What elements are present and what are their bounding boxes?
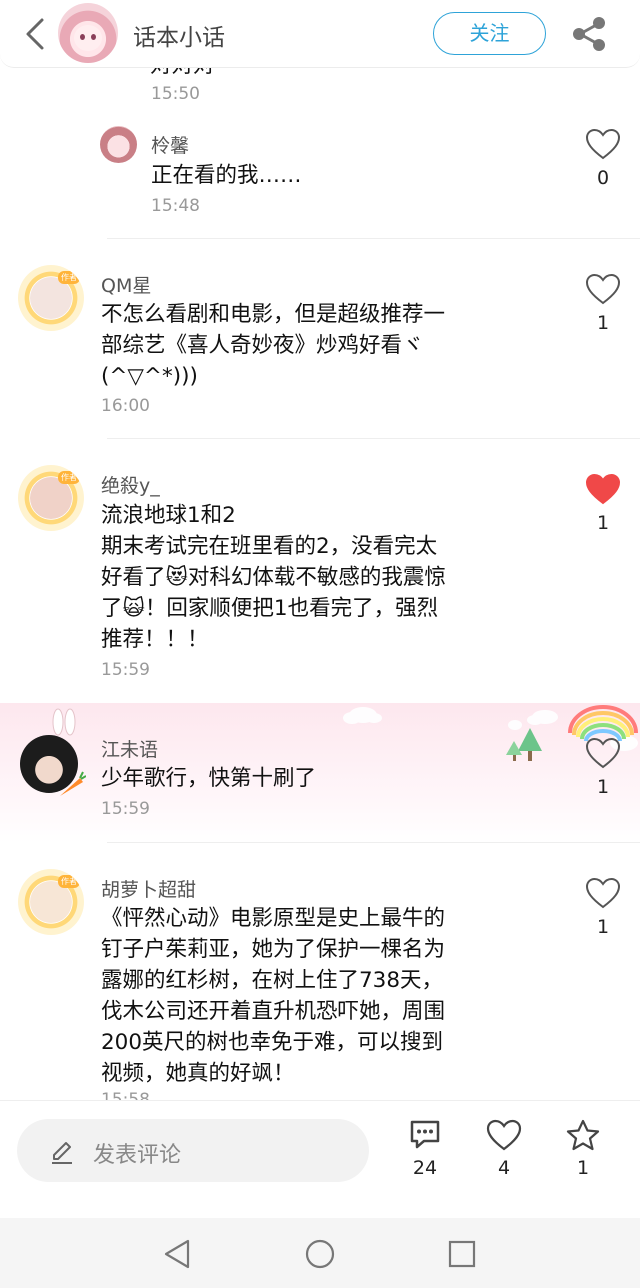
comment-text: 流浪地球1和2 期末考试完在班里看的2，没看完太 好看了😻对科幻体载不敏感的我震… [101, 503, 446, 652]
pen-icon [52, 1142, 72, 1164]
commenter-name[interactable]: 胡萝卜超甜 [101, 875, 196, 902]
heart-icon[interactable] [585, 128, 621, 160]
heart-icon[interactable] [585, 737, 621, 769]
comment-time: 15:59 [101, 660, 150, 680]
nav-back-icon[interactable] [162, 1238, 194, 1270]
author-avatar[interactable] [58, 3, 118, 63]
like-count: 1 [596, 312, 610, 334]
author-name[interactable]: 话本小话 [133, 18, 225, 52]
comment-bubble-icon [410, 1120, 440, 1149]
comment-text: 不怎么看剧和电影，但是超级推荐一 部综艺《喜人奇妙夜》炒鸡好看ヾ (^▽^*))… [101, 302, 446, 389]
like-button[interactable]: 4 [479, 1119, 529, 1179]
share-icon[interactable] [570, 16, 608, 52]
comment-text: 少年歌行，快第十刷了 [101, 766, 317, 791]
favorite-count: 1 [576, 1157, 590, 1179]
avatar[interactable] [100, 126, 137, 163]
comments-button[interactable]: 24 [400, 1119, 450, 1179]
commenter-name[interactable]: 江未语 [101, 735, 158, 762]
like-count: 1 [596, 916, 610, 938]
commenter-name[interactable]: 绝殺y_ [101, 471, 160, 498]
heart-icon[interactable] [585, 877, 621, 909]
star-icon [566, 1119, 600, 1151]
comment-time: 16:00 [101, 396, 150, 416]
comment-list: 对对对 15:50 柃馨 正在看的我…… 15:48 0 作者 QM星 不怎么看… [0, 0, 640, 1100]
commenter-name[interactable]: 柃馨 [151, 131, 189, 158]
comment-skin-background [0, 703, 640, 843]
like-count: 1 [596, 776, 610, 798]
reply-time: 15:50 [151, 84, 200, 104]
like-count: 1 [596, 512, 610, 534]
divider [107, 842, 640, 843]
comment-count: 24 [412, 1157, 438, 1179]
like-count: 0 [596, 167, 610, 189]
comment-input-placeholder: 发表评论 [93, 1143, 182, 1168]
back-arrow-icon[interactable] [20, 16, 50, 52]
system-nav-bar [0, 1218, 640, 1288]
heart-filled-icon[interactable] [585, 473, 621, 505]
heart-icon[interactable] [585, 273, 621, 305]
heart-icon [486, 1119, 522, 1151]
reply-text: 正在看的我…… [151, 163, 302, 188]
bottom-action-bar: 发表评论 24 4 1 [0, 1100, 640, 1218]
like-total: 4 [497, 1157, 511, 1179]
sky-decoration [343, 705, 638, 761]
divider [107, 238, 640, 239]
avatar[interactable]: 作者 [18, 465, 84, 531]
top-bar: 话本小话 关注 [0, 0, 640, 68]
reply-time: 15:48 [151, 196, 200, 216]
favorite-button[interactable]: 1 [558, 1119, 608, 1179]
avatar[interactable]: 作者 [18, 869, 84, 935]
divider [107, 438, 640, 439]
comment-input[interactable]: 发表评论 [17, 1119, 369, 1182]
nav-home-icon[interactable] [304, 1238, 336, 1270]
bunny-ears-decoration [52, 708, 76, 736]
follow-button[interactable]: 关注 [433, 12, 546, 55]
commenter-name[interactable]: QM星 [101, 271, 151, 298]
nav-recents-icon[interactable] [446, 1238, 478, 1270]
comment-text: 《怦然心动》电影原型是史上最牛的 钉子户茱莉亚，她为了保护一棵名为 露娜的红杉树… [101, 906, 446, 1086]
avatar[interactable]: 作者 [18, 265, 84, 331]
comment-time: 15:59 [101, 799, 150, 819]
comment-time: 15:58 [101, 1090, 150, 1100]
carrot-decoration [60, 771, 86, 796]
